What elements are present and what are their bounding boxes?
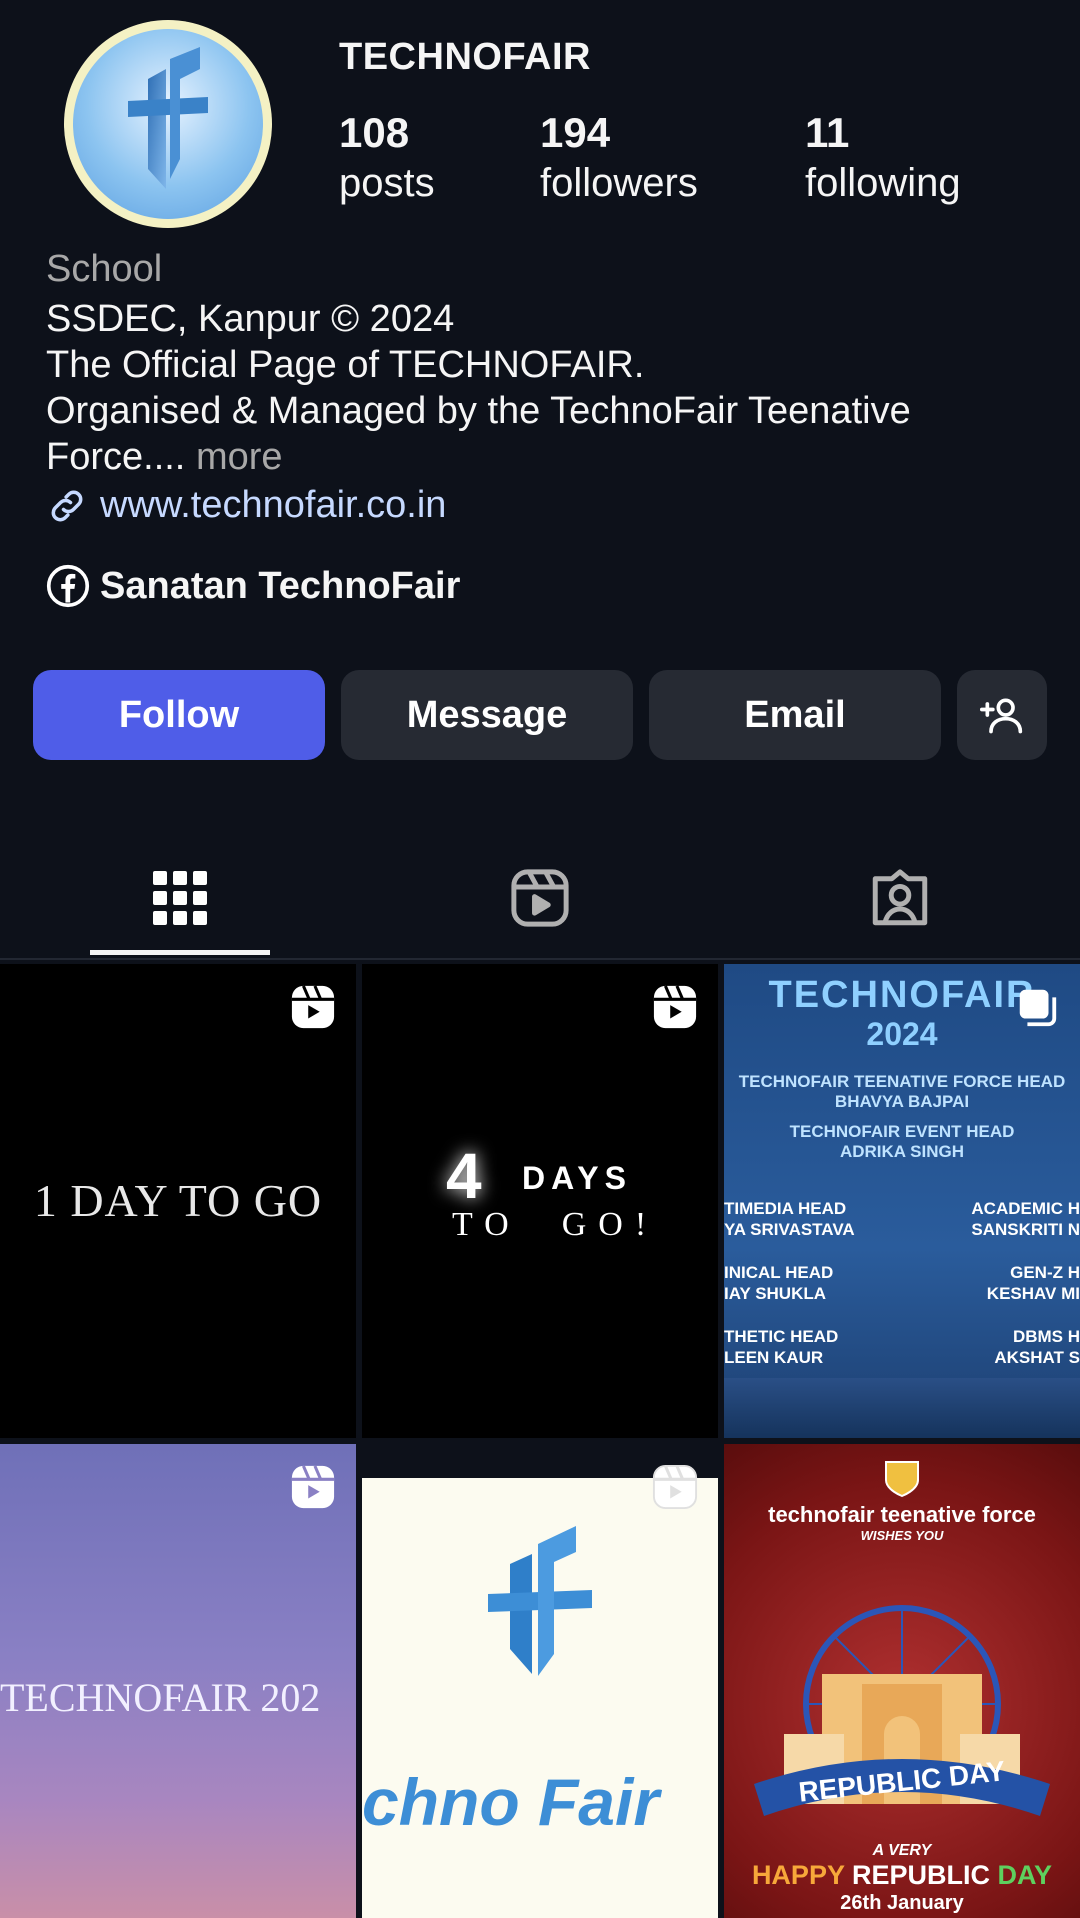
profile-bio: SSDEC, Kanpur © 2024 The Official Page o…	[46, 296, 1056, 480]
post-line: THETIC HEAD	[724, 1327, 839, 1346]
tab-reels[interactable]	[450, 838, 630, 958]
post-line: GEN-Z H	[1010, 1263, 1080, 1282]
post-word: REPUBLIC	[852, 1860, 991, 1890]
follow-button[interactable]: Follow	[33, 670, 325, 760]
facebook-link-text: Sanatan TechnoFair	[100, 564, 461, 607]
website-link-text: www.technofair.co.in	[100, 484, 447, 526]
following-count-value: 11	[805, 109, 850, 156]
post-line: SANSKRITI N	[971, 1220, 1080, 1239]
bio-line-text: Force....	[46, 436, 186, 478]
active-tab-indicator	[90, 950, 270, 955]
post-word: DAY	[997, 1860, 1053, 1890]
bio-line: Organised & Managed by the TechnoFair Te…	[46, 390, 911, 432]
city-skyline	[724, 1378, 1080, 1438]
website-link[interactable]: www.technofair.co.in	[46, 484, 446, 527]
post-line: BHAVYA BAJPAI	[834, 1092, 970, 1111]
post-countdown-tail: TO GO!	[452, 1206, 659, 1243]
post-countdown-number: 4	[446, 1140, 482, 1212]
following-count-label: following	[805, 161, 961, 205]
followers-count-label: followers	[540, 161, 698, 205]
posts-count-value: 108	[339, 109, 410, 156]
post-left-column: TIMEDIA HEAD YA SRIVASTAVA INICAL HEAD I…	[724, 1198, 855, 1368]
post-tile[interactable]: 1 DAY TO GO	[0, 964, 356, 1438]
tagged-icon	[872, 869, 928, 926]
bio-line: SSDEC, Kanpur © 2024	[46, 298, 455, 340]
post-tile[interactable]: chno Fair	[362, 1444, 718, 1918]
bio-line: The Official Page of TECHNOFAIR.	[46, 344, 645, 386]
followers-count[interactable]: 194 followers	[540, 108, 698, 208]
post-line: HAPPY REPUBLIC DAY	[724, 1860, 1080, 1891]
tab-tagged[interactable]	[810, 838, 990, 958]
post-line: AKSHAT S	[994, 1348, 1080, 1367]
add-person-icon	[980, 698, 1023, 734]
post-line: ADRIKA SINGH	[839, 1142, 965, 1161]
technofair-logo-icon	[488, 1526, 592, 1676]
grid-icon	[153, 871, 207, 925]
suggested-users-button[interactable]	[957, 670, 1047, 760]
email-button[interactable]: Email	[649, 670, 941, 760]
posts-count[interactable]: 108 posts	[339, 108, 435, 208]
post-tile[interactable]: TECHNOFAIR 2024 TECHNOFAIR TEENATIVE FOR…	[724, 964, 1080, 1438]
post-text: TECHNOFAIR 202	[0, 1675, 321, 1720]
facebook-link[interactable]: Sanatan TechnoFair	[46, 564, 460, 608]
post-text: 1 DAY TO GO	[33, 1175, 323, 1226]
post-line: INICAL HEAD	[724, 1263, 834, 1282]
message-button[interactable]: Message	[341, 670, 633, 760]
post-text: chno Fair	[362, 1765, 660, 1839]
post-tile[interactable]: technofair teenative force WISHES YOU RE…	[724, 1444, 1080, 1918]
post-line: TECHNOFAIR EVENT HEAD	[789, 1122, 1015, 1141]
post-line: KESHAV MI	[986, 1284, 1080, 1303]
post-tile[interactable]: TECHNOFAIR 202	[0, 1444, 356, 1918]
reel-icon	[291, 1465, 335, 1509]
post-line: WISHES YOU	[860, 1528, 944, 1543]
post-line: A VERY	[872, 1842, 932, 1859]
post-countdown-unit: DAYS	[522, 1160, 632, 1196]
posts-count-label: posts	[339, 161, 435, 205]
post-line: DBMS H	[1012, 1327, 1080, 1346]
profile-category: School	[46, 248, 163, 290]
post-line: technofair teenative force	[768, 1502, 1036, 1527]
following-count[interactable]: 11 following	[805, 108, 961, 208]
reel-icon	[652, 1464, 698, 1510]
post-tile[interactable]: 4 DAYS TO GO!	[362, 964, 718, 1438]
post-line: IAY SHUKLA	[724, 1284, 827, 1303]
followers-count-value: 194	[540, 109, 611, 156]
bio-line: Force.... more	[46, 434, 1056, 480]
post-line: TECHNOFAIR TEENATIVE FORCE HEAD	[738, 1072, 1066, 1091]
post-line: TIMEDIA HEAD	[724, 1199, 847, 1218]
facebook-icon	[46, 564, 90, 608]
tab-posts[interactable]	[90, 838, 270, 958]
profile-username: TECHNOFAIR	[339, 36, 591, 78]
post-line: YA SRIVASTAVA	[724, 1220, 855, 1239]
bio-more-link[interactable]: more	[196, 436, 283, 478]
link-icon	[51, 490, 83, 521]
profile-tabs	[0, 838, 1080, 960]
reels-icon	[511, 869, 569, 927]
post-line: LEEN KAUR	[724, 1348, 824, 1367]
reel-icon	[291, 985, 335, 1029]
carousel-icon	[1019, 989, 1057, 1027]
post-date: 26th January	[840, 1892, 964, 1914]
post-word: HAPPY	[751, 1860, 845, 1890]
school-emblem-icon	[885, 1461, 919, 1498]
post-right-column: ACADEMIC H SANSKRITI N GEN-Z H KESHAV MI…	[971, 1198, 1080, 1368]
profile-avatar[interactable]	[64, 20, 272, 228]
technofair-logo-icon	[128, 47, 208, 189]
reel-icon	[653, 985, 697, 1029]
post-line: ACADEMIC H	[971, 1199, 1080, 1218]
